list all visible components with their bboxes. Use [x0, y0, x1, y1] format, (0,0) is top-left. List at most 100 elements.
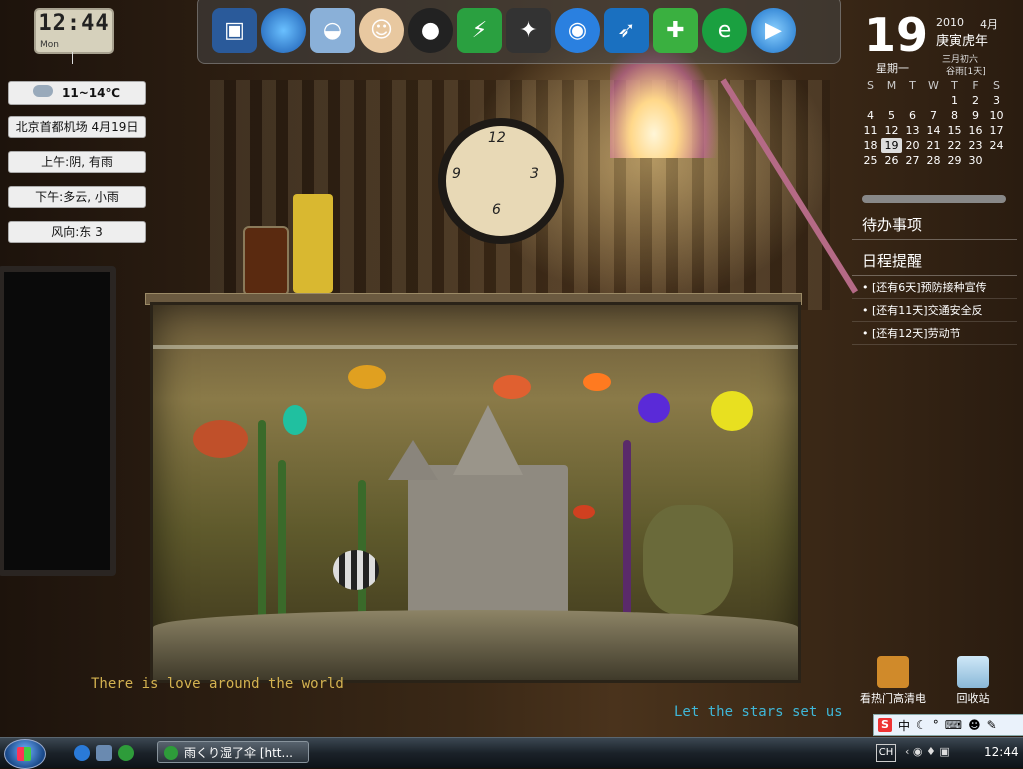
- calendar-day-cell[interactable]: 21: [923, 138, 944, 153]
- jar-image: [243, 226, 289, 296]
- desktop[interactable]: 12 3 69 12:44 Mon 11~14℃ 北京首都机场 4月19日 上午…: [0, 0, 1023, 737]
- calendar-day-cell[interactable]: 5: [881, 108, 902, 123]
- calendar-day-cell[interactable]: 9: [965, 108, 986, 123]
- weekday-header: S: [867, 79, 874, 92]
- keyboard-icon[interactable]: ⌨: [945, 718, 962, 732]
- flight-icon[interactable]: ➶: [604, 7, 649, 53]
- calendar-ganzhi: 庚寅虎年: [936, 34, 989, 49]
- user-icon[interactable]: ☺: [359, 7, 404, 53]
- calendar-day-cell[interactable]: 6: [902, 108, 923, 123]
- background-monitor: [0, 266, 116, 576]
- calendar-day-cell: [860, 93, 881, 108]
- reminder-item[interactable]: [还有12天]劳动节: [852, 322, 1017, 345]
- calendar-day-cell[interactable]: 7: [923, 108, 944, 123]
- fish: [348, 365, 386, 389]
- weather-temperature[interactable]: 11~14℃: [8, 81, 146, 105]
- aquarium-image: [150, 302, 801, 683]
- calendar-day-cell[interactable]: 13: [902, 123, 923, 138]
- reminder-item[interactable]: [还有6天]预防接种宣传: [852, 276, 1017, 299]
- taskbar-window-button[interactable]: 雨くり湿了伞 [htt...: [157, 741, 309, 763]
- taskbar-clock[interactable]: 12:44: [984, 745, 1019, 759]
- calendar-day: 19: [864, 8, 929, 62]
- user-icon[interactable]: ☻: [968, 718, 981, 732]
- fish-food-can-image: [293, 194, 333, 293]
- calendar-day-cell[interactable]: 23: [965, 138, 986, 153]
- calendar-widget[interactable]: 19 2010 4月 庚寅虎年 星期一 三月初六 谷雨[1天] SMTWTFS …: [854, 6, 1019, 181]
- wrench-icon[interactable]: ✎: [987, 718, 997, 732]
- fish: [333, 550, 379, 590]
- calendar-day-cell[interactable]: 12: [881, 123, 902, 138]
- calendar-day-cell[interactable]: 26: [881, 153, 902, 168]
- calendar-day-cell[interactable]: 25: [860, 153, 881, 168]
- computer-icon[interactable]: ▣: [212, 7, 257, 53]
- calendar-day-cell[interactable]: 10: [986, 108, 1007, 123]
- calendar-grid: SMTWTFS 1 2 3 4 5 6 7 8 9 10 11 12 13 14 15 16 17 18 19 20 2…: [860, 78, 1007, 168]
- calendar-day-cell[interactable]: 19: [881, 138, 902, 153]
- moon-icon[interactable]: ☾: [916, 718, 927, 732]
- calendar-day-cell: [881, 93, 902, 108]
- calendar-day-cell[interactable]: 8: [944, 108, 965, 123]
- rain-cloud-icon: [33, 85, 53, 97]
- clock-time: 12:44: [38, 11, 110, 36]
- media-icon[interactable]: ◒: [310, 7, 355, 53]
- desktop-lyric-line1: There is love around the world: [91, 676, 344, 692]
- language-indicator[interactable]: CH: [876, 744, 896, 762]
- calendar-scroll-bar[interactable]: [862, 195, 1006, 203]
- network-icon[interactable]: [261, 7, 306, 53]
- health-plus-icon[interactable]: ✚: [653, 7, 698, 53]
- reminders-title: 日程提醒: [852, 246, 1017, 276]
- recycle-bin-icon: [957, 656, 989, 688]
- calendar-day-cell[interactable]: 17: [986, 123, 1007, 138]
- counter-strike-icon[interactable]: ✦: [506, 7, 551, 53]
- calendar-day-cell[interactable]: 27: [902, 153, 923, 168]
- ie-quicklaunch-icon[interactable]: [74, 745, 90, 761]
- reminder-item[interactable]: [还有11天]交通安全反: [852, 299, 1017, 322]
- taskbar-window-title: 雨くり湿了伞 [htt...: [184, 746, 293, 760]
- calendar-day-cell[interactable]: 30: [965, 153, 986, 168]
- qq-game-icon[interactable]: ◉: [555, 7, 600, 53]
- desktop-icon-recycle-bin[interactable]: 回收站: [940, 656, 1006, 706]
- tank-gravel: [153, 610, 798, 680]
- calendar-day-cell[interactable]: 16: [965, 123, 986, 138]
- calendar-year: 2010: [936, 16, 964, 29]
- calendar-day-cell[interactable]: 11: [860, 123, 881, 138]
- weekday-header: M: [886, 79, 897, 92]
- calendar-day-cell[interactable]: 18: [860, 138, 881, 153]
- calendar-day-cell[interactable]: 4: [860, 108, 881, 123]
- calendar-day-cell[interactable]: 29: [944, 153, 965, 168]
- weather-morning: 上午:阴, 有雨: [8, 151, 146, 173]
- clock-day: Mon: [40, 40, 59, 50]
- qq-icon[interactable]: ●: [408, 7, 453, 53]
- calendar-day-cell[interactable]: 2: [965, 93, 986, 108]
- digital-clock-widget[interactable]: 12:44 Mon: [34, 8, 114, 54]
- calendar-day-cell[interactable]: 24: [986, 138, 1007, 153]
- system-tray[interactable]: ‹ ◉ ♦ ▣: [905, 745, 950, 758]
- calendar-day-cell[interactable]: 1: [944, 93, 965, 108]
- calendar-day-cell[interactable]: 28: [923, 153, 944, 168]
- browser-quicklaunch-icon[interactable]: [118, 745, 134, 761]
- play-icon[interactable]: ▶: [751, 7, 796, 53]
- calendar-day-cell[interactable]: 15: [944, 123, 965, 138]
- fish: [283, 405, 307, 435]
- punct-icon[interactable]: °: [933, 718, 939, 732]
- calendar-solar-term: 谷雨[1天]: [946, 67, 986, 77]
- fish: [193, 420, 248, 458]
- ie-icon[interactable]: e: [702, 7, 747, 53]
- start-button[interactable]: [4, 739, 46, 769]
- rock-decoration: [643, 505, 733, 615]
- ime-mode[interactable]: 中: [898, 717, 910, 734]
- weather-location: 北京首都机场 4月19日: [8, 116, 146, 138]
- ime-toolbar[interactable]: S 中 ☾ ° ⌨ ☻ ✎: [873, 714, 1023, 736]
- desktop-icon-hd-video[interactable]: 看热门高清电: [860, 656, 926, 706]
- temperature-text: 11~14℃: [62, 86, 120, 100]
- calendar-day-cell[interactable]: 20: [902, 138, 923, 153]
- calendar-day-cell[interactable]: 22: [944, 138, 965, 153]
- calendar-day-cell[interactable]: 14: [923, 123, 944, 138]
- fish: [573, 505, 595, 519]
- calendar-day-cell: [923, 93, 944, 108]
- todo-panel[interactable]: 待办事项 日程提醒 [还有6天]预防接种宣传 [还有11天]交通安全反 [还有1…: [852, 210, 1017, 345]
- security-shield-icon[interactable]: ⚡: [457, 7, 502, 53]
- calendar-day-cell[interactable]: 3: [986, 93, 1007, 108]
- show-desktop-icon[interactable]: [96, 745, 112, 761]
- weather-afternoon: 下午:多云, 小雨: [8, 186, 146, 208]
